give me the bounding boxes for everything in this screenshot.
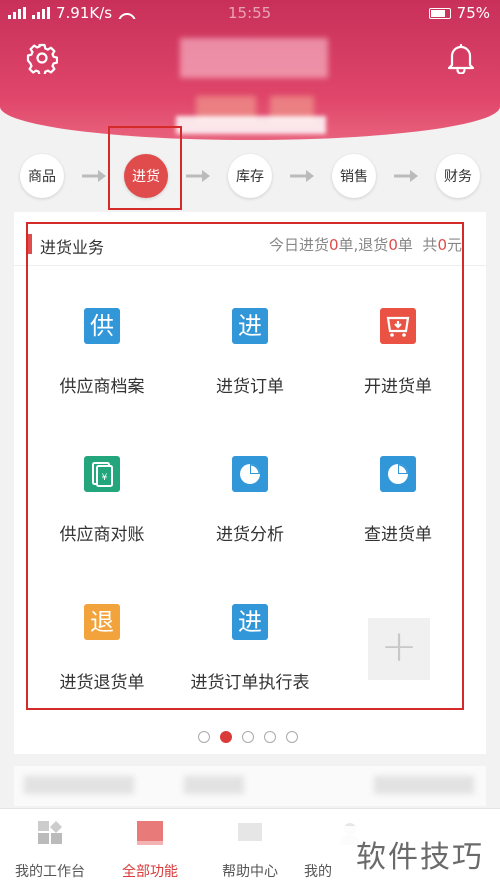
menu-item-label: 供应商对账 bbox=[59, 525, 145, 545]
blurred-section bbox=[14, 766, 486, 806]
pie-chart-icon bbox=[380, 456, 416, 492]
stats-label-total: 共 bbox=[422, 236, 438, 254]
highlight-box-purchase bbox=[108, 126, 182, 210]
menu-item-purchase-analysis[interactable]: 进货分析 bbox=[175, 456, 325, 586]
pie-chart-icon bbox=[232, 456, 268, 492]
page-dot[interactable] bbox=[198, 731, 210, 743]
header-banner: 7.91K/s 15:55 75% bbox=[0, 0, 500, 140]
menu-item-order-execution[interactable]: 进 进货订单执行表 bbox=[175, 604, 325, 734]
total-amount: 0 bbox=[437, 236, 447, 254]
menu-item-label: 查进货单 bbox=[364, 525, 432, 545]
today-stats: 今日进货0单,退货0单 共0元 bbox=[269, 234, 462, 255]
menu-item-purchase-return[interactable]: 退 进货退货单 bbox=[27, 604, 177, 734]
menu-item-label: 进货订单 bbox=[216, 377, 284, 397]
return-count: 0 bbox=[388, 236, 398, 254]
status-bar: 7.91K/s 15:55 75% bbox=[0, 0, 500, 26]
stats-unit: 单 bbox=[397, 236, 413, 254]
process-flow: 商品 进货 库存 销售 财务 bbox=[0, 148, 500, 202]
menu-item-label: 进货分析 bbox=[216, 525, 284, 545]
watermark: 软件技巧 bbox=[338, 826, 500, 880]
menu-item-label: 进货订单执行表 bbox=[190, 673, 310, 693]
tab-label: 我的工作台 bbox=[15, 864, 85, 880]
cart-icon bbox=[380, 308, 416, 344]
menu-item-supplier-archive[interactable]: 供 供应商档案 bbox=[27, 308, 177, 438]
battery-icon bbox=[428, 7, 451, 19]
clock: 15:55 bbox=[228, 4, 272, 22]
menu-item-query-purchase[interactable]: 查进货单 bbox=[323, 456, 473, 586]
arrow-right-icon bbox=[186, 170, 210, 182]
page-dot[interactable] bbox=[264, 731, 276, 743]
stats-unit: 单 bbox=[338, 236, 354, 254]
stats-currency: 元 bbox=[446, 236, 462, 254]
menu-item-label: 进货退货单 bbox=[59, 673, 145, 693]
purchase-order-icon: 进 bbox=[232, 308, 268, 344]
header-accent-bar bbox=[28, 234, 32, 254]
watermark-text: 软件技巧 bbox=[356, 840, 484, 875]
flow-step-goods[interactable]: 商品 bbox=[20, 154, 64, 198]
blurred-shop-name bbox=[180, 38, 328, 78]
signal-icon-2 bbox=[32, 7, 50, 19]
flow-step-inventory[interactable]: 库存 bbox=[228, 154, 272, 198]
workbench-icon bbox=[38, 821, 62, 844]
page-dot[interactable] bbox=[242, 731, 254, 743]
page-dot[interactable] bbox=[286, 731, 298, 743]
bell-icon[interactable] bbox=[446, 42, 476, 74]
wifi-icon bbox=[118, 7, 137, 19]
purchase-count: 0 bbox=[328, 236, 339, 254]
tab-all-functions[interactable]: 全部功能 bbox=[100, 809, 200, 889]
card-title: 进货业务 bbox=[40, 238, 105, 257]
arrow-right-icon bbox=[82, 170, 106, 182]
tab-workbench[interactable]: 我的工作台 bbox=[0, 809, 100, 889]
order-execution-icon: 进 bbox=[232, 604, 268, 640]
menu-item-create-purchase[interactable]: 开进货单 bbox=[323, 308, 473, 438]
flow-step-finance[interactable]: 财务 bbox=[436, 154, 480, 198]
menu-item-purchase-order[interactable]: 进 进货订单 bbox=[175, 308, 325, 438]
network-speed: 7.91K/s bbox=[56, 4, 113, 22]
supplier-icon: 供 bbox=[84, 308, 120, 344]
flow-step-sales[interactable]: 销售 bbox=[332, 154, 376, 198]
menu-item-label: 供应商档案 bbox=[59, 377, 145, 397]
blurred-area bbox=[176, 116, 326, 134]
arrow-right-icon bbox=[290, 170, 314, 182]
add-function-button[interactable]: + bbox=[368, 618, 430, 680]
all-functions-icon bbox=[137, 821, 163, 845]
page-dot-active[interactable] bbox=[220, 731, 232, 743]
tab-label: 全部功能 bbox=[122, 864, 178, 880]
page-indicator bbox=[198, 731, 298, 743]
battery-level: 75% bbox=[456, 4, 490, 22]
menu-item-supplier-reconcile[interactable]: ¥ 供应商对账 bbox=[27, 456, 177, 586]
help-icon bbox=[238, 823, 262, 841]
arrow-right-icon bbox=[394, 170, 418, 182]
signal-icon bbox=[8, 7, 26, 19]
stats-label-return: ,退货 bbox=[353, 236, 389, 254]
return-icon: 退 bbox=[84, 604, 120, 640]
svg-text:¥: ¥ bbox=[102, 473, 108, 483]
menu-item-label: 开进货单 bbox=[364, 377, 432, 397]
reconcile-icon: ¥ bbox=[84, 456, 120, 492]
gear-icon[interactable] bbox=[26, 42, 58, 74]
stats-label-purchase: 今日进货 bbox=[268, 236, 329, 254]
card-header: 进货业务 今日进货0单,退货0单 共0元 bbox=[14, 222, 486, 266]
